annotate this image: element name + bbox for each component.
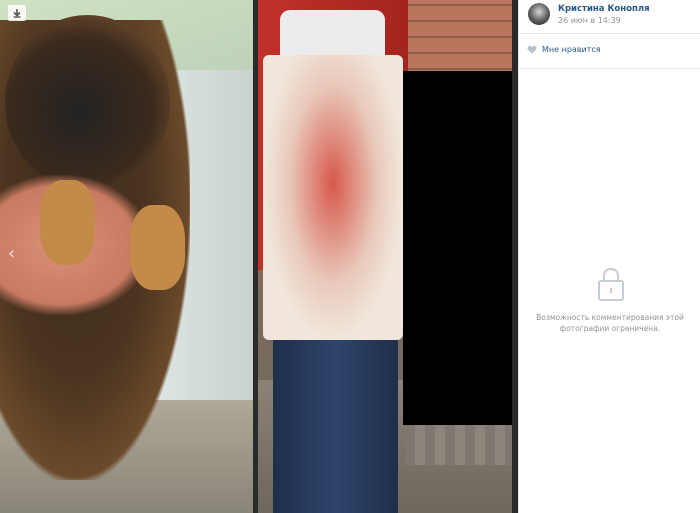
pixelated-area [405, 425, 515, 465]
chevron-left-icon[interactable]: ‹ [8, 245, 15, 263]
heart-icon [527, 45, 537, 53]
post-date[interactable]: 26 июн в 14:39 [558, 16, 621, 25]
avatar[interactable] [528, 3, 550, 25]
author-name-link[interactable]: Кристина Конопля [558, 4, 650, 14]
author-row: Кристина Конопля 26 июн в 14:39 [519, 0, 700, 33]
lock-icon [598, 267, 624, 301]
photo-puppy[interactable]: ‹ [0, 0, 253, 513]
puppy-paw-right [130, 205, 185, 290]
comments-restricted-notice: Возможность комментирования этой фотогра… [536, 313, 684, 333]
photo-viewer[interactable]: ‹ [0, 0, 518, 513]
puppy-paw-left [40, 180, 95, 265]
puppy-head [5, 15, 170, 190]
redaction-box [403, 71, 512, 425]
jeans [273, 330, 398, 513]
download-icon[interactable] [8, 5, 26, 21]
like-button[interactable]: Мне нравится [527, 42, 601, 56]
divider [519, 33, 700, 34]
divider [519, 68, 700, 69]
apron [263, 55, 403, 340]
info-panel: Кристина Конопля 26 июн в 14:39 Мне нрав… [518, 0, 700, 513]
like-label: Мне нравится [542, 44, 601, 54]
